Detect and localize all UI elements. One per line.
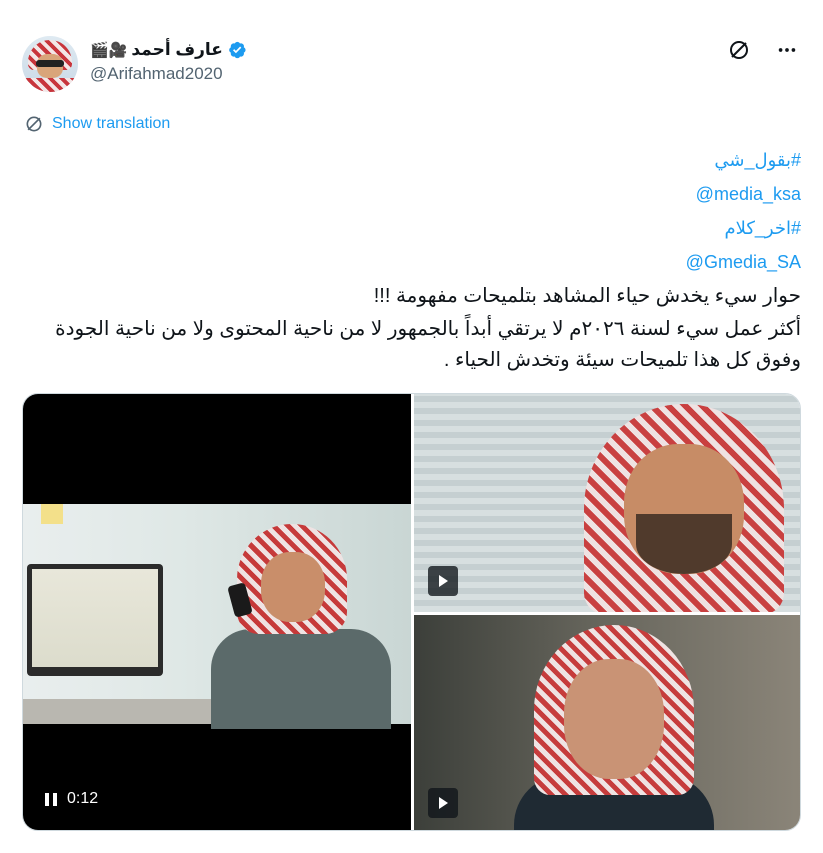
hashtag-link[interactable]: #اخر_كلام [21, 211, 801, 245]
tweet-text: #بقول_شي @media_ksa #اخر_كلام @Gmedia_SA… [21, 143, 801, 376]
video-frame-office [23, 504, 411, 729]
clapper-camera-emoji: 🎬🎥 [90, 42, 128, 59]
tweet-body-line: حوار سيء يخدش حياء المشاهد بتلميحات مفهو… [373, 285, 801, 307]
play-triangle-icon [439, 797, 448, 809]
play-icon[interactable] [428, 788, 458, 818]
hashtag-link[interactable]: #بقول_شي [21, 143, 801, 177]
man-on-phone [201, 524, 391, 729]
video-timer[interactable]: 0:12 [37, 786, 106, 812]
video-thumbnail-top[interactable] [414, 394, 800, 612]
author-display-name[interactable]: عارف أحمد [131, 40, 223, 60]
video-elapsed-time: 0:12 [67, 790, 99, 807]
author-name-row[interactable]: 🎬🎥 عارف أحمد [90, 38, 247, 62]
media-grid: 0:12 [22, 393, 801, 831]
pause-icon[interactable] [45, 792, 57, 806]
mention-link[interactable]: @Gmedia_SA [21, 245, 801, 279]
tweet-top-actions [725, 36, 801, 64]
grok-icon[interactable] [725, 36, 753, 64]
tweet-body-paragraph: أكثر عمل سيء لسنة ٢٠٢٦م لا يرتقي أبداً ب… [55, 318, 801, 371]
show-translation-link[interactable]: Show translation [24, 114, 170, 134]
ellipsis-icon [778, 48, 796, 52]
verified-badge-icon [229, 41, 246, 59]
avatar[interactable] [22, 36, 78, 92]
show-translation-label: Show translation [52, 115, 171, 132]
avatar-sunglasses [36, 60, 64, 67]
sticky-note [41, 504, 63, 524]
play-icon[interactable] [428, 566, 458, 596]
video-frame-closeup [414, 394, 800, 612]
mention-link[interactable]: @media_ksa [21, 177, 801, 211]
video-thumbnail-bottom[interactable] [414, 615, 800, 830]
slashed-circle-icon [730, 41, 748, 59]
video-frame-portrait [414, 615, 800, 830]
man-closeup [574, 404, 800, 612]
author-handle[interactable]: @Arifahmad2020 [90, 64, 223, 84]
translate-icon [26, 116, 42, 132]
main-video[interactable]: 0:12 [23, 394, 411, 830]
computer-monitor [27, 564, 163, 676]
avatar-shoulders [22, 78, 78, 92]
more-options-icon[interactable] [773, 36, 801, 64]
play-triangle-icon [439, 575, 448, 587]
man-portrait [514, 625, 714, 830]
